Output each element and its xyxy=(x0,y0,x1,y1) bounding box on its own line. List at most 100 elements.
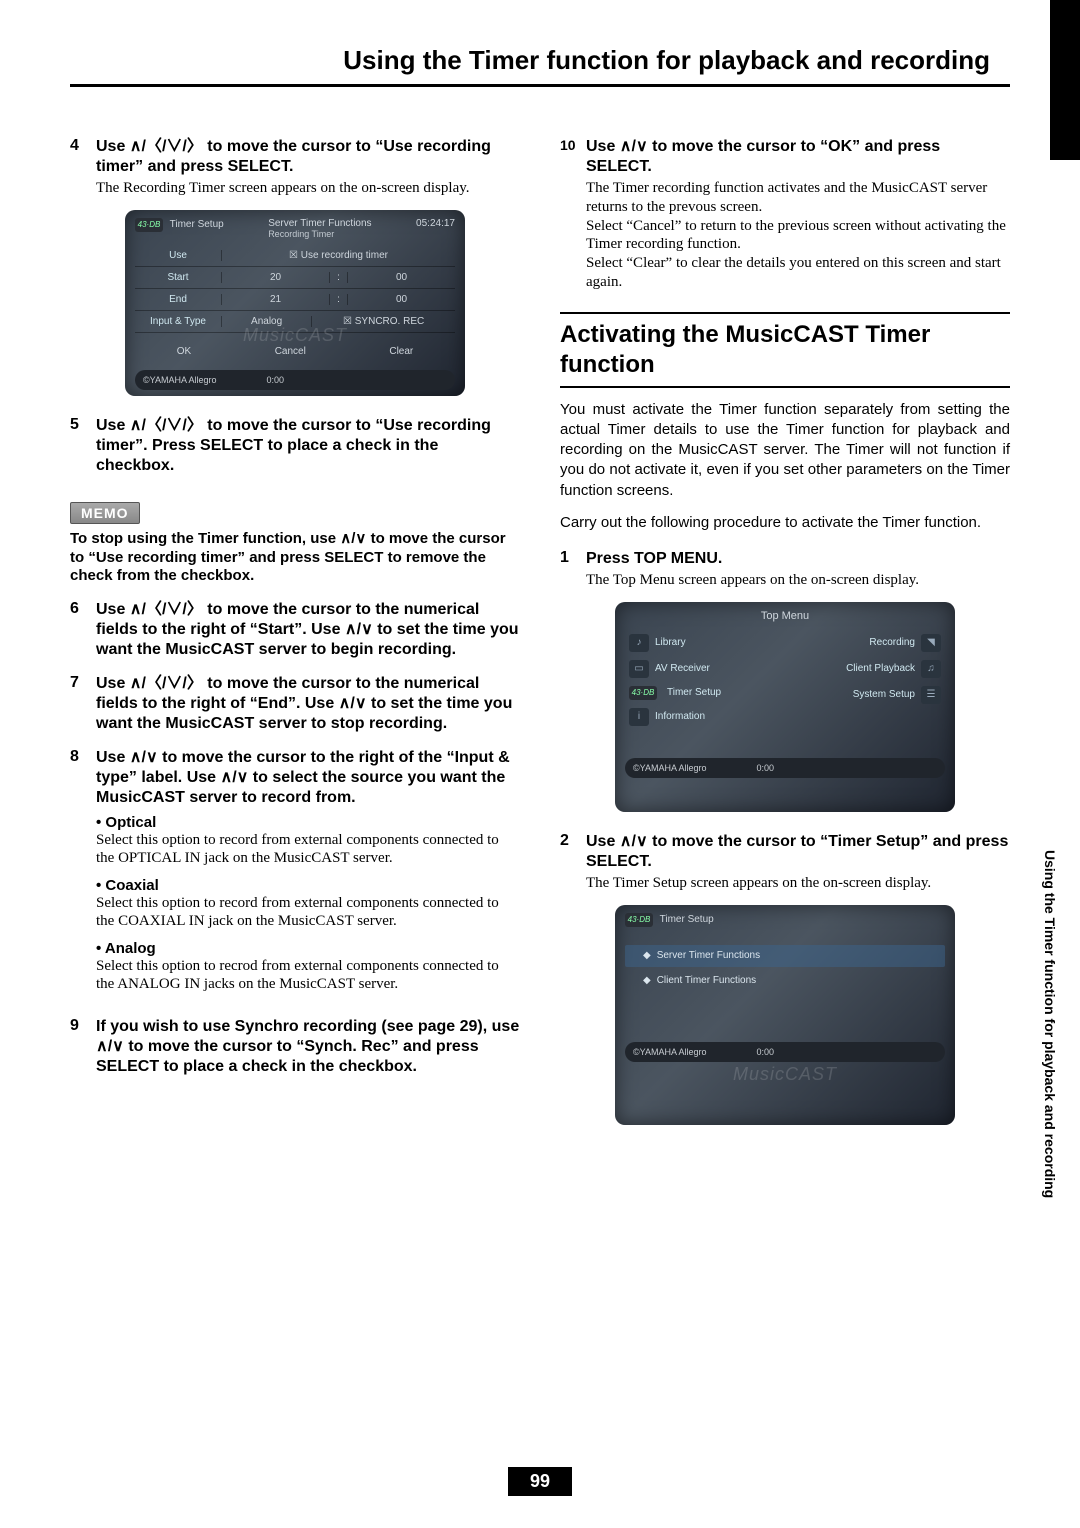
recording-icon: ◥ xyxy=(921,634,941,652)
source-bullets: Optical Select this option to record fro… xyxy=(96,814,520,993)
page-number: 99 xyxy=(508,1467,572,1496)
receiver-icon: ▭ xyxy=(629,660,649,678)
ss-option: ◆ Client Timer Functions xyxy=(625,970,945,992)
menu-item-label: Timer Setup xyxy=(667,687,721,698)
step-number: 4 xyxy=(70,137,96,198)
ss-value: 20 xyxy=(221,272,329,283)
menu-item: Recording◥ xyxy=(791,634,941,652)
right-column: 10 Use ∧/∨ to move the cursor to “OK” an… xyxy=(560,137,1010,1145)
step-number: 2 xyxy=(560,832,586,893)
step-heading: Use ∧/〈/∨/〉 to move the cursor to the nu… xyxy=(96,674,520,734)
screenshot-recording-timer: 43·DB Timer Setup Server Timer Functions… xyxy=(125,210,465,396)
step-heading: Use ∧/∨ to move the cursor to “OK” and p… xyxy=(586,137,1010,177)
step-4: 4 Use ∧/〈/∨/〉 to move the cursor to “Use… xyxy=(70,137,520,198)
ss-option: ◆ Server Timer Functions xyxy=(625,945,945,967)
ss-option-label: Server Timer Functions xyxy=(657,950,760,961)
page-content: Using the Timer function for playback an… xyxy=(0,0,1080,1145)
step-heading: Use ∧/∨ to move the cursor to “Timer Set… xyxy=(586,832,1010,872)
step-text: The Recording Timer screen appears on th… xyxy=(96,179,520,198)
ss-subtitle: Recording Timer xyxy=(268,229,371,239)
bullet-text: Select this option to record from extern… xyxy=(96,894,520,930)
step-number: 8 xyxy=(70,748,96,1003)
step-heading: Use ∧/〈/∨/〉 to move the cursor to “Use r… xyxy=(96,137,520,177)
ss-sep: : xyxy=(329,294,347,305)
step-heading: Use ∧/∨ to move the cursor to the right … xyxy=(96,748,520,808)
menu-item-label: System Setup xyxy=(853,689,915,700)
ss-row-use: Use ☒ Use recording timer xyxy=(135,245,455,267)
ss-tab: Timer Setup xyxy=(170,219,224,230)
ss-value: ☒ Use recording timer xyxy=(221,250,455,261)
menu-item: i Information xyxy=(629,708,779,726)
left-column: 4 Use ∧/〈/∨/〉 to move the cursor to “Use… xyxy=(70,137,520,1145)
step-heading: Use ∧/〈/∨/〉 to move the cursor to “Use r… xyxy=(96,416,520,476)
ss-title: Top Menu xyxy=(625,610,945,622)
screenshot-timer-setup: 43·DB Timer Setup ◆ Server Timer Functio… xyxy=(615,905,955,1125)
ss-value: 00 xyxy=(347,294,455,305)
ss-footer-brand: ©YAMAHA Allegro xyxy=(143,375,217,385)
ss-footer: ©YAMAHA Allegro 0:00 xyxy=(135,370,455,390)
ss-watermark: MusicCAST xyxy=(615,1064,955,1085)
ss-footer: ©YAMAHA Allegro 0:00 xyxy=(625,1042,945,1062)
timer-icon: 43·DB xyxy=(629,686,657,700)
ss-logo: 43·DB xyxy=(625,913,653,927)
step-heading: Press TOP MENU. xyxy=(586,549,1010,569)
step-10: 10 Use ∧/∨ to move the cursor to “OK” an… xyxy=(560,137,1010,292)
step-number: 7 xyxy=(70,674,96,734)
step-5: 5 Use ∧/〈/∨/〉 to move the cursor to “Use… xyxy=(70,416,520,476)
step-7: 7 Use ∧/〈/∨/〉 to move the cursor to the … xyxy=(70,674,520,734)
menu-item: 43·DB Timer Setup xyxy=(629,686,779,700)
ss-label: Start xyxy=(135,272,221,283)
ss-value: 21 xyxy=(221,294,329,305)
ss-option-label: Client Timer Functions xyxy=(657,975,756,986)
step-number: 5 xyxy=(70,416,96,476)
ss-footer-brand: ©YAMAHA Allegro xyxy=(633,763,707,773)
ss-value: 00 xyxy=(347,272,455,283)
bullet-title: Coaxial xyxy=(96,877,520,894)
ss-row-start: Start 20 : 00 xyxy=(135,267,455,289)
library-icon: ♪ xyxy=(629,634,649,652)
ss-ok: OK xyxy=(177,346,191,357)
bullet-title: Analog xyxy=(96,940,520,957)
ss-label: End xyxy=(135,294,221,305)
memo-badge: MEMO xyxy=(70,502,140,524)
section-heading: Activating the MusicCAST Timer function xyxy=(560,312,1010,388)
step-2: 2 Use ∧/∨ to move the cursor to “Timer S… xyxy=(560,832,1010,893)
ss-footer: ©YAMAHA Allegro 0:00 xyxy=(625,758,945,778)
ss-footer-time: 0:00 xyxy=(757,1047,775,1057)
menu-item: ▭ AV Receiver xyxy=(629,660,779,678)
screenshot-top-menu: Top Menu ♪Library ▭ AV Receiver 43·DB Time… xyxy=(615,602,955,812)
ss-row-end: End 21 : 00 xyxy=(135,289,455,311)
ss-cancel: Cancel xyxy=(275,346,306,357)
step-number: 6 xyxy=(70,600,96,660)
menu-item-label: AV Receiver xyxy=(655,663,710,674)
ss-clock: 05:24:17 xyxy=(416,218,455,229)
side-running-head: Using the Timer function for playback an… xyxy=(1042,850,1058,1198)
menu-item-label: Client Playback xyxy=(846,663,915,674)
step-number: 1 xyxy=(560,549,586,590)
menu-item: ♪Library xyxy=(629,634,779,652)
page-number-wrap: 99 xyxy=(0,1467,1080,1496)
playback-icon: ♫ xyxy=(921,660,941,678)
step-heading: Use ∧/〈/∨/〉 to move the cursor to the nu… xyxy=(96,600,520,660)
ss-footer-time: 0:00 xyxy=(267,375,285,385)
menu-item: Client Playback ♫ xyxy=(791,660,941,678)
ss-tab: Timer Setup xyxy=(660,914,714,925)
menu-item: System Setup ☰ xyxy=(791,686,941,704)
step-1: 1 Press TOP MENU. The Top Menu screen ap… xyxy=(560,549,1010,590)
ss-sep: : xyxy=(329,272,347,283)
bullet-coaxial: Coaxial Select this option to record fro… xyxy=(96,877,520,930)
step-heading: If you wish to use Synchro recording (se… xyxy=(96,1017,520,1077)
step-8: 8 Use ∧/∨ to move the cursor to the righ… xyxy=(70,748,520,1003)
bullet-title: Optical xyxy=(96,814,520,831)
section-body: You must activate the Timer function sep… xyxy=(560,400,1010,501)
step-9: 9 If you wish to use Synchro recording (… xyxy=(70,1017,520,1077)
step-text: The Timer Setup screen appears on the on… xyxy=(586,874,1010,893)
ss-clear: Clear xyxy=(389,346,413,357)
setup-icon: ☰ xyxy=(921,686,941,704)
info-icon: i xyxy=(629,708,649,726)
ss-footer-time: 0:00 xyxy=(757,763,775,773)
step-text: The Top Menu screen appears on the on-sc… xyxy=(586,571,1010,590)
memo-text: To stop using the Timer function, use ∧/… xyxy=(70,530,520,586)
step-number: 10 xyxy=(560,137,586,292)
menu-item-label: Information xyxy=(655,711,705,722)
